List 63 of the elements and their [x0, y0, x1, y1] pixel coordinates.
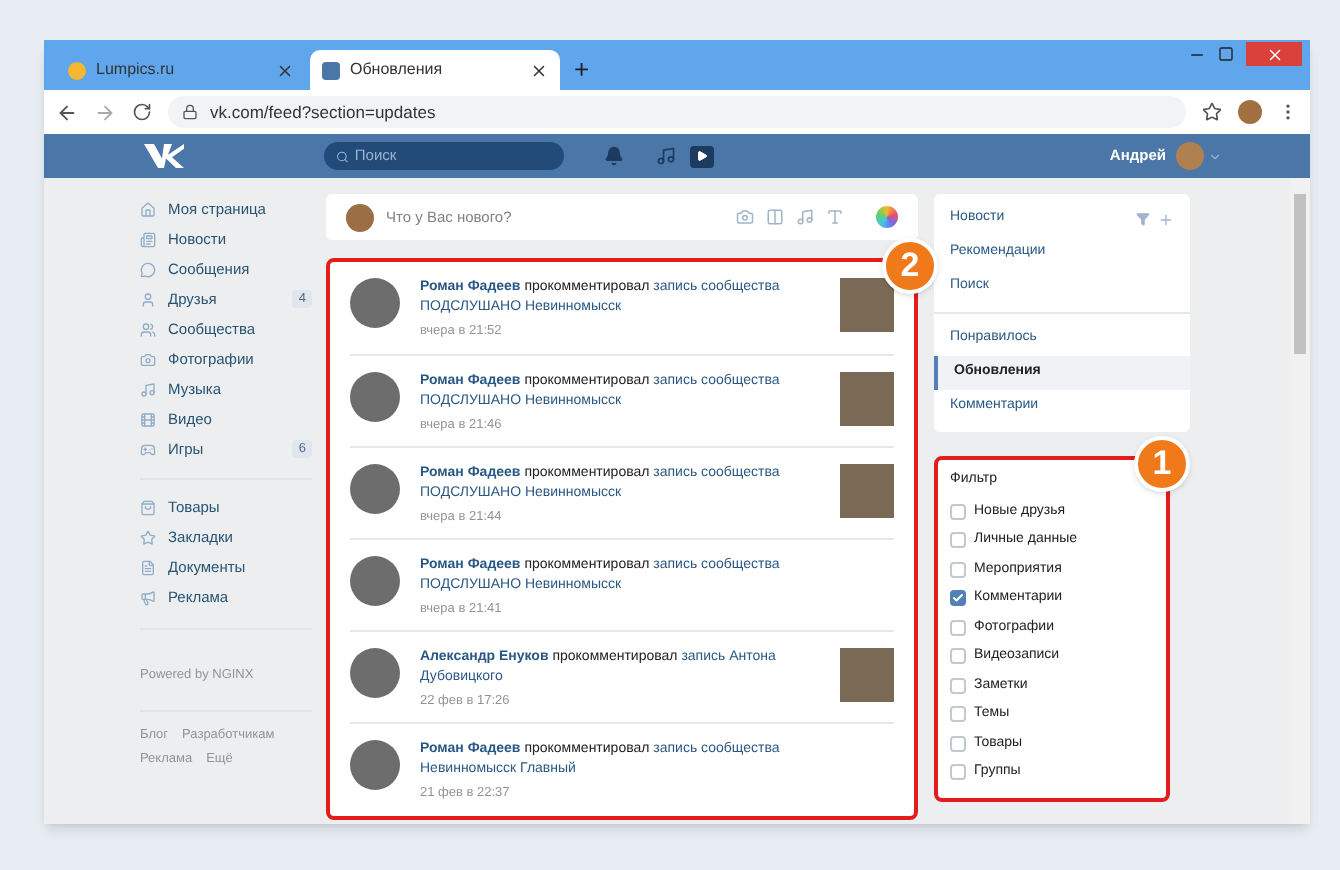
avatar-photo-placeholder[interactable]: [350, 556, 400, 606]
photo-placeholder[interactable]: [840, 278, 894, 332]
play-icon[interactable]: [690, 145, 714, 167]
user-avatar: [346, 203, 374, 231]
close-icon: [1265, 45, 1283, 63]
text-format-icon[interactable]: [826, 208, 844, 226]
add-icon[interactable]: [1158, 211, 1174, 227]
bell-icon[interactable]: [604, 146, 624, 166]
search-icon: [336, 149, 349, 163]
checkbox[interactable]: [950, 503, 966, 520]
checkbox[interactable]: [950, 706, 966, 723]
tab-title: Обновления: [350, 58, 445, 82]
checkbox[interactable]: [950, 561, 966, 578]
users-icon: [140, 321, 156, 337]
user-icon: [140, 291, 156, 307]
checkbox[interactable]: [950, 619, 966, 636]
forward-icon[interactable]: [94, 101, 116, 123]
music-icon[interactable]: [656, 146, 676, 166]
color-wheel-icon[interactable]: [876, 206, 898, 228]
avatar-photo-placeholder[interactable]: [350, 464, 400, 514]
tab-title: Lumpics.ru: [96, 58, 177, 82]
back-icon[interactable]: [56, 101, 78, 123]
vk-logo-icon[interactable]: [144, 144, 184, 168]
reload-icon[interactable]: [132, 102, 152, 122]
profile-avatar[interactable]: [1238, 100, 1262, 124]
maximize-icon[interactable]: [1218, 46, 1234, 62]
close-icon[interactable]: [530, 61, 548, 79]
avatar-photo-placeholder[interactable]: [350, 740, 400, 790]
speech-bubble-icon: [140, 261, 156, 277]
checkbox[interactable]: [950, 764, 966, 781]
checkbox[interactable]: [950, 532, 966, 549]
callout-badge: 2: [882, 238, 938, 294]
filter-icon[interactable]: [1136, 212, 1150, 226]
camera-icon[interactable]: [736, 208, 754, 226]
bag-icon: [140, 499, 156, 515]
avatar-photo-placeholder[interactable]: [350, 372, 400, 422]
checkbox[interactable]: [950, 648, 966, 665]
gamepad-icon: [140, 441, 156, 457]
window-close-button[interactable]: [1246, 42, 1302, 66]
document-icon: [140, 559, 156, 575]
callout-badge: 1: [1134, 436, 1190, 492]
avatar-photo-placeholder[interactable]: [350, 278, 400, 328]
browser-tab[interactable]: Обновления: [310, 50, 560, 90]
address-bar[interactable]: vk.com/feed?section=updates: [168, 96, 1186, 128]
checkbox[interactable]: [950, 677, 966, 694]
scrollbar[interactable]: [1290, 178, 1310, 824]
new-tab-button[interactable]: +: [564, 50, 600, 90]
user-avatar[interactable]: [1176, 142, 1204, 170]
bookmark-star-icon[interactable]: [1202, 102, 1222, 122]
checkbox[interactable]: [950, 735, 966, 752]
music-icon[interactable]: [796, 208, 814, 226]
home-icon: [140, 201, 156, 217]
site-favicon: [68, 61, 86, 79]
chevron-down-icon[interactable]: [1208, 149, 1222, 163]
checkbox[interactable]: [950, 590, 966, 607]
film-icon: [140, 411, 156, 427]
avatar-photo-placeholder[interactable]: [350, 648, 400, 698]
camera-icon: [140, 351, 156, 367]
star-icon: [140, 529, 156, 545]
megaphone-icon: [140, 589, 156, 605]
music-icon: [140, 381, 156, 397]
vk-favicon: [322, 61, 340, 79]
newspaper-icon: [140, 231, 156, 247]
